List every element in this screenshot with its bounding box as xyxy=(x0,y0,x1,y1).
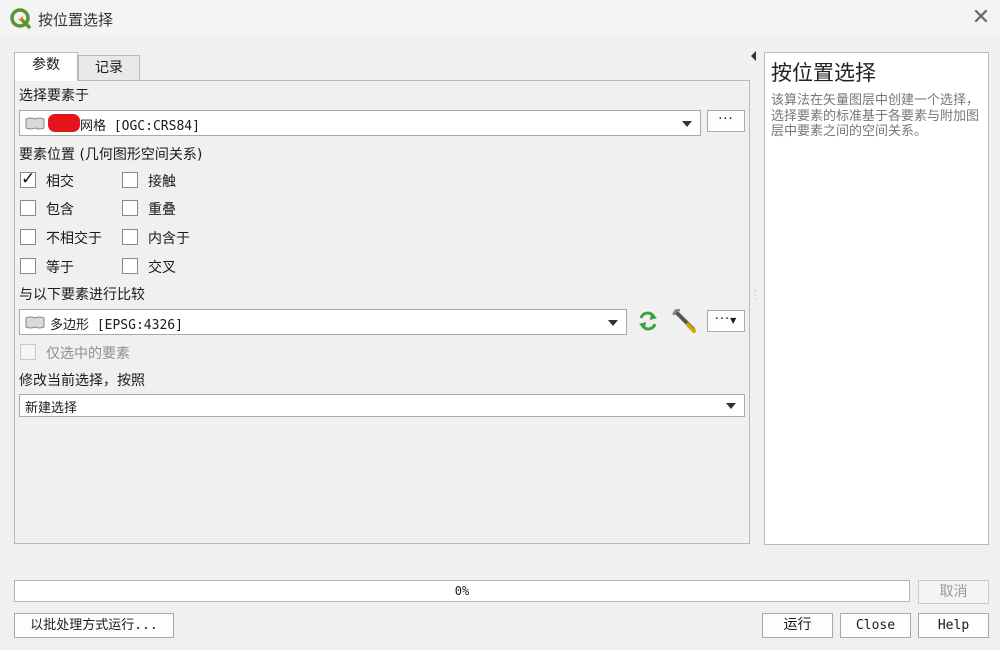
intersect-layer-more-button[interactable]: ···▼ xyxy=(707,310,745,332)
more-label: ··· xyxy=(714,312,731,327)
checkbox-disjoint[interactable] xyxy=(20,229,36,245)
batch-process-button[interactable]: 以批处理方式运行... xyxy=(14,613,174,638)
help-panel: 按位置选择 该算法在矢量图层中创建一个选择，选择要素的标准基于各要素与附加图层中… xyxy=(764,52,989,545)
wrench-icon[interactable] xyxy=(672,309,698,333)
checkbox-label-within: 内含于 xyxy=(148,231,190,247)
tab-parameters[interactable]: 参数 xyxy=(14,52,78,81)
selection-method-value: 新建选择 xyxy=(25,401,78,416)
intersect-layer-value: 多边形 [EPSG:4326] xyxy=(50,318,183,333)
chevron-down-icon xyxy=(726,403,736,409)
checkbox-intersect[interactable]: ✓ xyxy=(20,169,36,189)
checkbox-label-disjoint: 不相交于 xyxy=(46,231,102,247)
help-button[interactable]: Help xyxy=(918,613,989,638)
progress-bar: 0% xyxy=(14,580,910,602)
checkbox-within[interactable] xyxy=(122,229,138,245)
check-mark-icon: ✓ xyxy=(21,169,36,189)
checkbox-touch[interactable] xyxy=(122,172,138,188)
tab-log[interactable]: 记录 xyxy=(78,55,140,81)
intersect-layer-combo[interactable]: 多边形 [EPSG:4326] xyxy=(19,309,627,335)
checkbox-equal[interactable] xyxy=(20,258,36,274)
modify-selection-label: 修改当前选择，按照 xyxy=(19,373,145,389)
help-description: 该算法在矢量图层中创建一个选择，选择要素的标准基于各要素与附加图层中要素之间的空… xyxy=(771,93,980,139)
input-layer-value: 网格 [OGC:CRS84] xyxy=(80,119,200,134)
checkbox-selected-only[interactable] xyxy=(20,344,36,360)
close-button[interactable]: Close xyxy=(840,613,911,638)
checkbox-label-cross: 交叉 xyxy=(148,260,176,276)
cancel-button[interactable]: 取消 xyxy=(918,580,989,604)
selected-only-label: 仅选中的要素 xyxy=(46,346,130,362)
chevron-down-icon xyxy=(608,320,618,326)
title-bar xyxy=(0,0,1000,38)
checkbox-label-overlap: 重叠 xyxy=(148,202,176,218)
run-button[interactable]: 运行 xyxy=(762,613,833,638)
iterate-icon[interactable] xyxy=(636,310,660,332)
chevron-down-icon: ▼ xyxy=(730,316,738,325)
input-layer-more-button[interactable]: ··· xyxy=(707,110,745,132)
checkbox-label-intersect: 相交 xyxy=(46,174,74,190)
select-features-in-label: 选择要素于 xyxy=(19,88,89,104)
checkbox-contain[interactable] xyxy=(20,200,36,216)
checkbox-overlap[interactable] xyxy=(122,200,138,216)
chevron-down-icon xyxy=(682,121,692,127)
redacted-layer-name xyxy=(48,114,80,132)
qgis-logo-icon xyxy=(10,8,31,29)
polygon-layer-icon xyxy=(25,117,45,130)
splitter-handle[interactable]: · · · xyxy=(754,288,757,304)
checkbox-label-equal: 等于 xyxy=(46,260,74,276)
checkbox-label-touch: 接触 xyxy=(148,174,176,190)
checkbox-label-contain: 包含 xyxy=(46,202,74,218)
window-title: 按位置选择 xyxy=(38,11,114,29)
predicate-label: 要素位置 (几何图形空间关系) xyxy=(19,147,203,163)
collapse-help-icon[interactable] xyxy=(751,51,756,61)
help-title: 按位置选择 xyxy=(771,61,876,85)
polygon-layer-icon xyxy=(25,316,45,329)
input-layer-combo[interactable]: 网格 [OGC:CRS84] xyxy=(19,110,701,136)
close-window-icon[interactable]: ✕ xyxy=(968,5,994,31)
selection-method-combo[interactable]: 新建选择 xyxy=(19,394,745,417)
progress-text: 0% xyxy=(454,584,470,598)
checkbox-cross[interactable] xyxy=(122,258,138,274)
compare-with-label: 与以下要素进行比较 xyxy=(19,287,145,303)
